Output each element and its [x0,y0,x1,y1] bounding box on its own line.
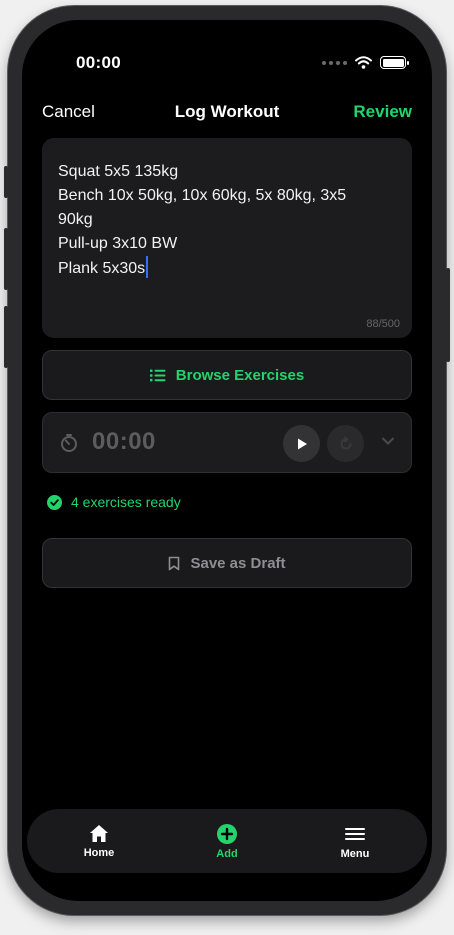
save-draft-button[interactable]: Save as Draft [42,538,412,588]
text-cursor [146,256,149,278]
tab-add-label: Add [216,848,238,860]
stopwatch-icon [61,434,77,452]
power-button [446,268,450,362]
tab-menu[interactable]: Menu [327,809,383,873]
bookmark-icon [169,556,180,570]
exercises-ready-text: 4 exercises ready [71,494,181,510]
review-button[interactable]: Review [353,102,412,122]
browse-exercises-label: Browse Exercises [175,366,305,384]
battery-icon [380,56,409,69]
plus-circle-icon [217,824,237,844]
status-time: 00:00 [76,53,121,72]
tab-add[interactable]: Add [199,809,255,873]
volume-down-button [4,306,8,368]
tab-home-label: Home [83,847,115,859]
editor-line-last: Plank 5x30s [58,256,396,281]
editor-line-text: Plank 5x30s [58,260,146,277]
screen: 00:00 Cancel Log Workout Review Squat 5x… [22,20,432,901]
chevron-down-icon[interactable] [381,436,395,446]
tab-menu-label: Menu [340,848,370,860]
play-button[interactable] [283,425,320,462]
save-draft-label: Save as Draft [190,554,286,572]
tab-home[interactable]: Home [71,809,127,873]
editor-line: Squat 5x5 135kg [58,163,179,180]
cellular-signal-icon [322,60,347,65]
home-icon [90,825,108,842]
character-counter: 88/500 [366,318,400,330]
play-icon [297,438,307,449]
status-icons [322,56,409,69]
reset-icon [340,436,351,449]
list-icon [149,369,166,381]
reset-button[interactable] [327,425,364,462]
hamburger-icon [345,828,365,840]
volume-up-button [4,228,8,290]
editor-line: Bench 10x 50kg, 10x 60kg, 5x 80kg, 3x5 [58,187,347,204]
tab-bar: Home Add Menu [27,809,427,873]
browse-exercises-button[interactable]: Browse Exercises [42,350,412,400]
exercises-ready-status: 4 exercises ready [47,494,181,510]
editor-line: Pull-up 3x10 BW [58,235,178,252]
check-circle-icon [47,494,62,510]
workout-text-input[interactable]: Squat 5x5 135kg Bench 10x 50kg, 10x 60kg… [42,138,412,338]
mute-switch [4,166,8,198]
timer-display: 00:00 [92,428,156,455]
editor-line: 90kg [58,211,93,228]
workout-timer: 00:00 [42,412,412,473]
wifi-icon [355,56,372,69]
